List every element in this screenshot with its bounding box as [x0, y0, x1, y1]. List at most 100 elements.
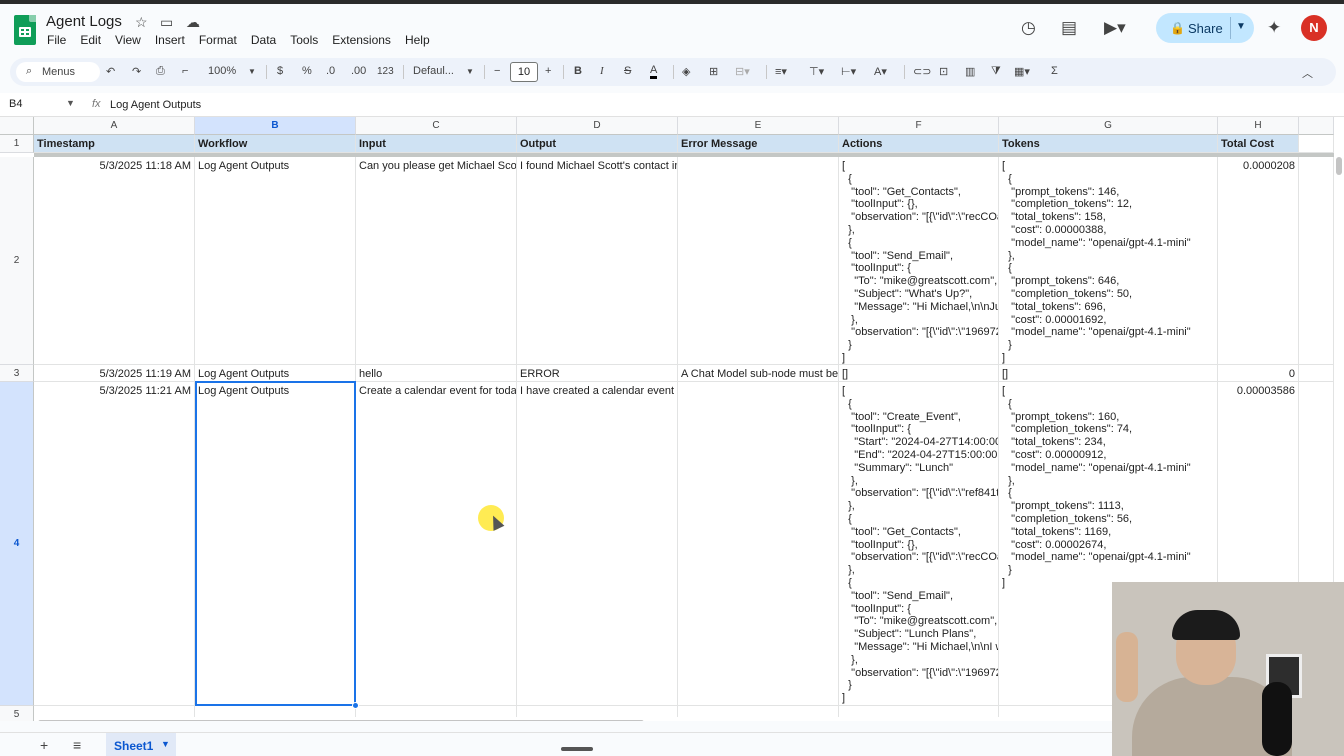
empty-cell[interactable] [1299, 157, 1334, 365]
collapse-icon[interactable]: ︿ [1302, 65, 1313, 81]
cell-h2-total-cost[interactable]: 0.0000208 [1218, 157, 1299, 365]
comment-icon[interactable]: ▤ [1061, 18, 1077, 38]
move-folder-icon[interactable]: ▭ [160, 14, 173, 31]
currency-format-button[interactable]: $ [277, 65, 283, 77]
text-color-icon[interactable]: A [650, 65, 658, 79]
fill-handle[interactable] [352, 702, 359, 709]
cell-d3-output[interactable]: ERROR [517, 365, 678, 382]
empty-cell[interactable] [1299, 365, 1334, 382]
print-icon[interactable]: ⎙ [156, 65, 165, 78]
cell-b3-workflow[interactable]: Log Agent Outputs [195, 365, 356, 382]
all-sheets-icon[interactable]: ≡ [73, 737, 81, 753]
cell-d2-output[interactable]: I found Michael Scott's contact inf [517, 157, 678, 365]
column-header-d[interactable]: D [517, 117, 678, 135]
row-header-4[interactable]: 4 [0, 382, 34, 706]
bold-button[interactable]: B [574, 65, 582, 77]
cell-e2-error[interactable] [678, 157, 839, 365]
column-header-h[interactable]: H [1218, 117, 1299, 135]
chart-icon[interactable]: ▥ [965, 65, 975, 78]
gemini-icon[interactable]: ✦ [1267, 18, 1281, 38]
zoom-select[interactable]: 100% [208, 65, 236, 77]
row-header-5[interactable]: 5 [0, 706, 34, 721]
header-cell-total-cost[interactable]: Total Cost [1218, 135, 1299, 153]
add-comment-icon[interactable]: ⊡ [939, 65, 948, 78]
cell-e4-error[interactable] [678, 382, 839, 706]
formula-input[interactable]: Log Agent Outputs [110, 99, 201, 111]
menu-insert[interactable]: Insert [155, 33, 185, 49]
history-icon[interactable]: ◷ [1021, 18, 1036, 38]
column-header-c[interactable]: C [356, 117, 517, 135]
row-header-3[interactable]: 3 [0, 365, 34, 382]
horizontal-scroll-thumb[interactable] [38, 720, 644, 721]
cell-g2-tokens[interactable]: [ { "prompt_tokens": 146, "completion_to… [999, 157, 1218, 365]
header-cell-output[interactable]: Output [517, 135, 678, 153]
cloud-status-icon[interactable]: ☁ [186, 14, 200, 31]
header-cell-workflow[interactable]: Workflow [195, 135, 356, 153]
increase-decimal-button[interactable]: .00 [351, 65, 366, 77]
avatar[interactable]: N [1301, 15, 1327, 41]
name-box-dropdown-icon[interactable]: ▼ [66, 98, 75, 108]
row-header-1[interactable]: 1 [0, 135, 34, 153]
meet-icon[interactable]: ▶▾ [1104, 18, 1126, 38]
cell-h3-total-cost[interactable]: 0 [1218, 365, 1299, 382]
number-format-button[interactable]: 123 [377, 66, 394, 77]
menu-help[interactable]: Help [405, 33, 430, 49]
sheet-tab-dropdown-icon[interactable]: ▼ [161, 739, 170, 749]
cell-f2-actions[interactable]: [ { "tool": "Get_Contacts", "toolInput":… [839, 157, 999, 365]
undo-icon[interactable]: ↶ [106, 65, 115, 78]
font-size-decrease-icon[interactable]: − [494, 65, 500, 77]
add-sheet-icon[interactable]: + [40, 737, 48, 753]
select-all-corner[interactable] [0, 117, 34, 135]
name-box[interactable]: B4 [9, 98, 22, 110]
column-header-a[interactable]: A [34, 117, 195, 135]
star-icon[interactable]: ☆ [135, 14, 148, 31]
row-header-2[interactable]: 2 [0, 157, 34, 365]
share-button[interactable]: 🔒 Share ▼ [1156, 13, 1254, 43]
cell-e3-error[interactable]: A Chat Model sub-node must be c [678, 365, 839, 382]
cell-a2-timestamp[interactable]: 5/3/2025 11:18 AM [34, 157, 195, 365]
cell-d4-output[interactable]: I have created a calendar event fo [517, 382, 678, 706]
header-cell-tokens[interactable]: Tokens [999, 135, 1218, 153]
borders-icon[interactable]: ⊞ [709, 65, 718, 78]
paint-format-icon[interactable]: ⌐ [182, 65, 188, 77]
share-dropdown-icon[interactable]: ▼ [1236, 21, 1246, 32]
redo-icon[interactable]: ↷ [132, 65, 141, 78]
font-size-input[interactable]: 10 [510, 62, 538, 82]
header-cell-input[interactable]: Input [356, 135, 517, 153]
sheet-tab-sheet1[interactable]: Sheet1 ▼ [106, 733, 176, 756]
strikethrough-icon[interactable]: S [624, 65, 631, 77]
cell-c2-input[interactable]: Can you please get Michael Scott [356, 157, 517, 365]
merge-icon[interactable]: ⊟▾ [735, 65, 750, 78]
menu-tools[interactable]: Tools [290, 33, 318, 49]
align-icon[interactable]: ≡▾ [775, 65, 787, 78]
menu-edit[interactable]: Edit [80, 33, 101, 49]
link-icon[interactable]: ⊂⊃ [913, 65, 931, 78]
rotate-icon[interactable]: A▾ [874, 65, 887, 78]
filter-views-icon[interactable]: ▦▾ [1014, 65, 1030, 78]
header-cell-timestamp[interactable]: Timestamp [34, 135, 195, 153]
decrease-decimal-button[interactable]: .0 [326, 65, 335, 77]
menu-file[interactable]: File [47, 33, 66, 49]
cell-c3-input[interactable]: hello [356, 365, 517, 382]
font-dropdown-icon[interactable]: ▼ [466, 67, 474, 76]
header-cell-error-message[interactable]: Error Message [678, 135, 839, 153]
font-size-increase-icon[interactable]: + [545, 65, 551, 77]
column-header-e[interactable]: E [678, 117, 839, 135]
percent-format-button[interactable]: % [302, 65, 312, 77]
menu-data[interactable]: Data [251, 33, 276, 49]
valign-icon[interactable]: ⊤▾ [809, 65, 824, 78]
filter-icon[interactable]: ⧩ [991, 65, 1001, 78]
font-select[interactable]: Defaul... [413, 65, 454, 77]
column-header-g[interactable]: G [999, 117, 1218, 135]
menu-view[interactable]: View [115, 33, 141, 49]
menu-format[interactable]: Format [199, 33, 237, 49]
column-header-i[interactable] [1299, 117, 1334, 135]
functions-icon[interactable]: Σ [1051, 65, 1058, 77]
wrap-icon[interactable]: ⊢▾ [841, 65, 856, 78]
cell-f3-actions[interactable]: [] [839, 365, 999, 382]
vertical-scroll-thumb[interactable] [1336, 157, 1342, 175]
cell-c4-input[interactable]: Create a calendar event for today [356, 382, 517, 706]
cell-a4-timestamp[interactable]: 5/3/2025 11:21 AM [34, 382, 195, 706]
search-menus-button[interactable]: ⌕ Menus [16, 62, 100, 82]
menu-extensions[interactable]: Extensions [332, 33, 391, 49]
